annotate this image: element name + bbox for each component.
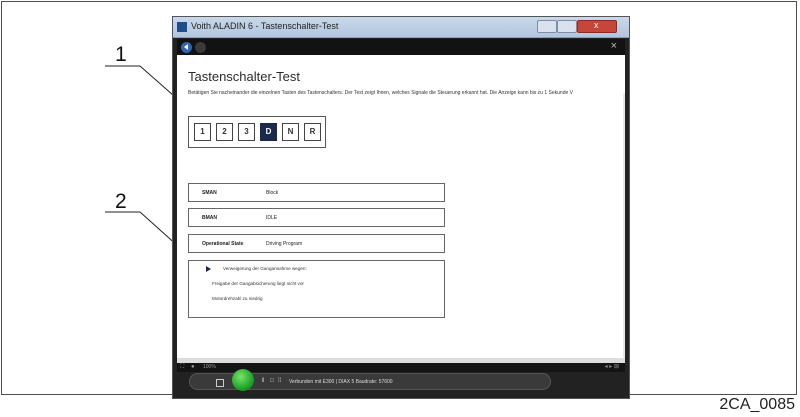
- key-3: 3: [238, 123, 255, 141]
- back-button[interactable]: [181, 42, 192, 53]
- figure-code: 2CA_0085: [719, 396, 795, 413]
- arrow-left-icon: [184, 44, 188, 50]
- signal-label: BMAN: [202, 215, 217, 221]
- callout-2: 2: [115, 190, 127, 213]
- signal-label: Operational State: [202, 241, 244, 247]
- app-icon: [177, 22, 187, 32]
- record-icon[interactable]: □: [270, 378, 274, 384]
- main-content: Tastenschalter-Test Betätigen Sie nachei…: [177, 55, 625, 358]
- signal-value: Block: [266, 190, 279, 196]
- triangle-bullet-icon: [206, 266, 211, 272]
- callout-1: 1: [115, 43, 127, 66]
- close-icon: x: [594, 20, 599, 30]
- instruction-text: Betätigen Sie nacheinander die einzelnen…: [188, 90, 573, 96]
- key-n: N: [282, 123, 299, 141]
- signal-value: IDLE: [266, 215, 278, 221]
- fit-icon[interactable]: ⛶: [180, 364, 184, 371]
- close-button[interactable]: x: [577, 20, 617, 33]
- zoom-level: 100%: [203, 364, 216, 370]
- message-line: Motordrehzahl zu niedrig: [212, 296, 263, 301]
- window-title: Voith ALADIN 6 - Tastenschalter-Test: [191, 21, 339, 31]
- nav-bar: ×: [177, 39, 625, 55]
- signal-row-operational-state: Operational State Driving Program: [188, 234, 445, 253]
- key-1: 1: [194, 123, 211, 141]
- signal-row-bman: BMAN IDLE: [188, 208, 445, 227]
- signal-value: Driving Program: [266, 241, 303, 247]
- maximize-button[interactable]: [557, 20, 577, 33]
- message-line: Freigabe der Gangabsicherung liegt nicht…: [212, 281, 304, 286]
- connection-bar: ‖ □ ⁞⁞ Verbunden mit E300 | DIAX 5 Baudr…: [189, 369, 551, 391]
- key-d: D: [260, 123, 277, 141]
- page-title: Tastenschalter-Test: [188, 69, 300, 84]
- grid-icon[interactable]: ⁞⁞: [278, 378, 281, 384]
- window-titlebar[interactable]: Voith ALADIN 6 - Tastenschalter-Test x: [173, 17, 629, 38]
- signal-row-sman: SMAN Block: [188, 183, 445, 202]
- status-bar-controls[interactable]: ◂ ▸ ⊠: [605, 363, 619, 370]
- message-panel: Verweigerung der Gangannahme wegen: Frei…: [188, 260, 445, 318]
- vertical-scrollbar[interactable]: [623, 93, 625, 358]
- connection-status-text: Verbunden mit E300 | DIAX 5 Baudrate: 57…: [289, 379, 393, 385]
- zoom-icon[interactable]: ●: [191, 364, 195, 370]
- pause-icon[interactable]: ‖: [262, 378, 264, 384]
- message-line: Verweigerung der Gangannahme wegen:: [223, 266, 307, 271]
- key-r: R: [304, 123, 321, 141]
- connection-status-icon: [232, 369, 254, 391]
- close-page-icon[interactable]: ×: [611, 40, 617, 52]
- signal-label: SMAN: [202, 190, 217, 196]
- app-window: Voith ALADIN 6 - Tastenschalter-Test x ×…: [173, 17, 629, 398]
- forward-button[interactable]: [195, 42, 206, 53]
- minimize-button[interactable]: [537, 20, 557, 33]
- stop-icon[interactable]: [216, 379, 224, 387]
- key-2: 2: [216, 123, 233, 141]
- key-switch-panel: 1 2 3 D N R: [188, 116, 326, 148]
